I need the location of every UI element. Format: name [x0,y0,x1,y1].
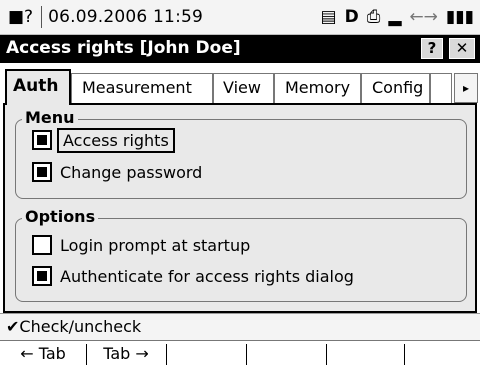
start-menu-icon[interactable]: ■? [8,7,33,27]
authenticate-checkbox[interactable] [32,266,52,286]
options-group-legend: Options [22,208,99,226]
tab-view[interactable]: View [213,73,274,103]
softkey-6[interactable] [406,341,478,365]
status-bar: ■? 06.09.2006 11:59 ▤ D ⎙ ▂ ←→ ▮▮▮ [0,0,480,35]
battery-icon: ▮▮▮ [445,7,474,27]
login-prompt-checkbox-row[interactable]: Login prompt at startup [32,235,250,255]
memory-icon: ▤ [320,7,337,27]
usb-icon: ←→ [409,7,438,27]
change-password-label[interactable]: Change password [60,163,202,182]
softkey-divider [246,344,247,365]
softkey-divider [404,344,405,365]
window-title: Access rights [John Doe] [6,38,241,58]
tab-config[interactable]: Config [361,73,430,103]
auth-panel: Menu Access rights Change password Optio… [3,103,477,313]
menu-group-legend: Menu [22,109,78,127]
login-prompt-label[interactable]: Login prompt at startup [60,236,250,255]
printer-icon: ⎙ [366,7,381,27]
tab-memory[interactable]: Memory [274,73,361,103]
softkey-4[interactable] [248,341,324,365]
softkey-divider [166,344,167,365]
checkmark-icon: ✔ [6,317,20,336]
help-button[interactable]: ? [421,38,443,59]
drive-d-icon: D [344,7,359,27]
softkey-bar: ← Tab Tab → [0,340,480,365]
tab-strip: Auth Measurement View Memory Config ▸ [0,63,480,105]
tab-overflow [430,73,452,103]
access-rights-checkbox-row[interactable]: Access rights [32,127,175,153]
tab-measurement[interactable]: Measurement [71,73,213,103]
softkey-prev-tab[interactable]: ← Tab [4,341,82,365]
login-prompt-checkbox[interactable] [32,235,52,255]
change-password-checkbox[interactable] [32,162,52,182]
access-rights-checkbox[interactable] [32,130,52,150]
access-rights-label[interactable]: Access rights [57,127,175,153]
options-group: Options Login prompt at startup Authenti… [15,208,467,302]
softkey-3[interactable] [168,341,244,365]
status-icons: ▤ D ⎙ ▂ ←→ ▮▮▮ [321,0,474,34]
tab-auth[interactable]: Auth [5,69,71,105]
title-bar: Access rights [John Doe] ? ✕ [0,35,480,63]
network-icon: ▂ [388,7,402,27]
softkey-next-tab[interactable]: Tab → [88,341,164,365]
hint-bar: ✔Check/uncheck [0,313,480,341]
hint-text: Check/uncheck [19,317,142,336]
softkey-divider [326,344,327,365]
change-password-checkbox-row[interactable]: Change password [32,162,202,182]
date-time: 06.09.2006 11:59 [48,7,204,27]
authenticate-checkbox-row[interactable]: Authenticate for access rights dialog [32,266,354,286]
menu-group: Menu Access rights Change password [15,109,467,199]
status-separator [41,6,43,28]
softkey-divider [86,344,87,365]
softkey-5[interactable] [328,341,402,365]
tab-scroll-right-button[interactable]: ▸ [454,73,478,103]
authenticate-label[interactable]: Authenticate for access rights dialog [60,267,354,286]
close-button[interactable]: ✕ [449,38,475,59]
